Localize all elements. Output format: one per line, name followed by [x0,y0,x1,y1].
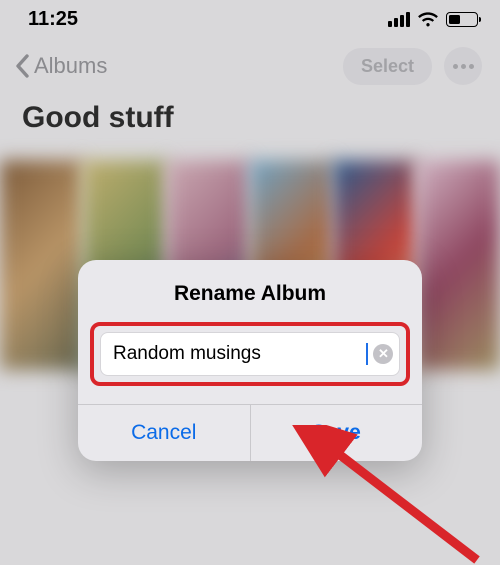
clear-text-button[interactable]: ✕ [368,337,399,371]
album-name-field[interactable]: ✕ [100,332,400,376]
dialog-button-row: Cancel Save [78,405,422,461]
save-button[interactable]: Save [250,405,423,461]
clear-icon: ✕ [373,344,393,364]
dialog-title: Rename Album [78,260,422,322]
cancel-button[interactable]: Cancel [78,405,250,461]
rename-album-dialog: Rename Album ✕ Cancel Save [78,260,422,461]
annotation-highlight: ✕ [90,322,410,386]
album-name-input[interactable] [101,333,366,375]
